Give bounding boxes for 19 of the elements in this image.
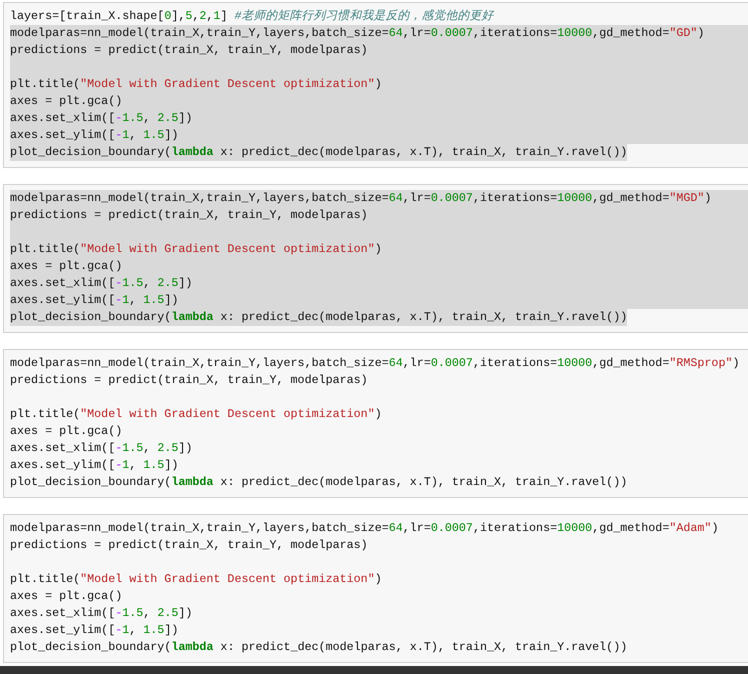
code-cell[interactable] <box>3 514 748 663</box>
code-line: axes = plt.gca() <box>10 423 122 440</box>
code-line: modelparas=nn_model(train_X,train_Y,layers,batch_size=64,lr=0.0007,iterations=10000,gd_method="Adam") <box>10 520 718 537</box>
code-cell[interactable] <box>3 2 748 168</box>
code-line: plt.title("Model with Gradient Descent optimization") <box>10 406 382 423</box>
code-line: axes.set_ylim([-1, 1.5]) <box>10 457 178 474</box>
code-line: modelparas=nn_model(train_X,train_Y,layers,batch_size=64,lr=0.0007,iterations=10000,gd_method="RMSprop") <box>10 355 740 372</box>
code-line: predictions = predict(train_X, train_Y, modelparas) <box>10 537 368 554</box>
code-line: axes.set_xlim([-1.5, 2.5]) <box>10 440 192 457</box>
code-line: axes.set_ylim([-1, 1.5]) <box>10 622 178 639</box>
code-line: layers=[train_X.shape[0],5,2,1] #老师的矩阵行列习惯和我是反的，感觉他的更好 <box>10 8 494 25</box>
code-line: plot_decision_boundary(lambda x: predict_dec(modelparas, x.T), train_X, train_Y.ravel()) <box>10 474 628 491</box>
code-line: plot_decision_boundary(lambda x: predict_dec(modelparas, x.T), train_X, train_Y.ravel()) <box>10 639 628 656</box>
code-cell[interactable] <box>3 349 748 498</box>
code-line: axes.set_xlim([-1.5, 2.5]) <box>10 605 192 622</box>
code-line: axes = plt.gca() <box>10 588 122 605</box>
code-line: plt.title("Model with Gradient Descent optimization") <box>10 571 382 588</box>
code-cell[interactable] <box>3 184 748 333</box>
code-line: predictions = predict(train_X, train_Y, modelparas) <box>10 372 368 389</box>
